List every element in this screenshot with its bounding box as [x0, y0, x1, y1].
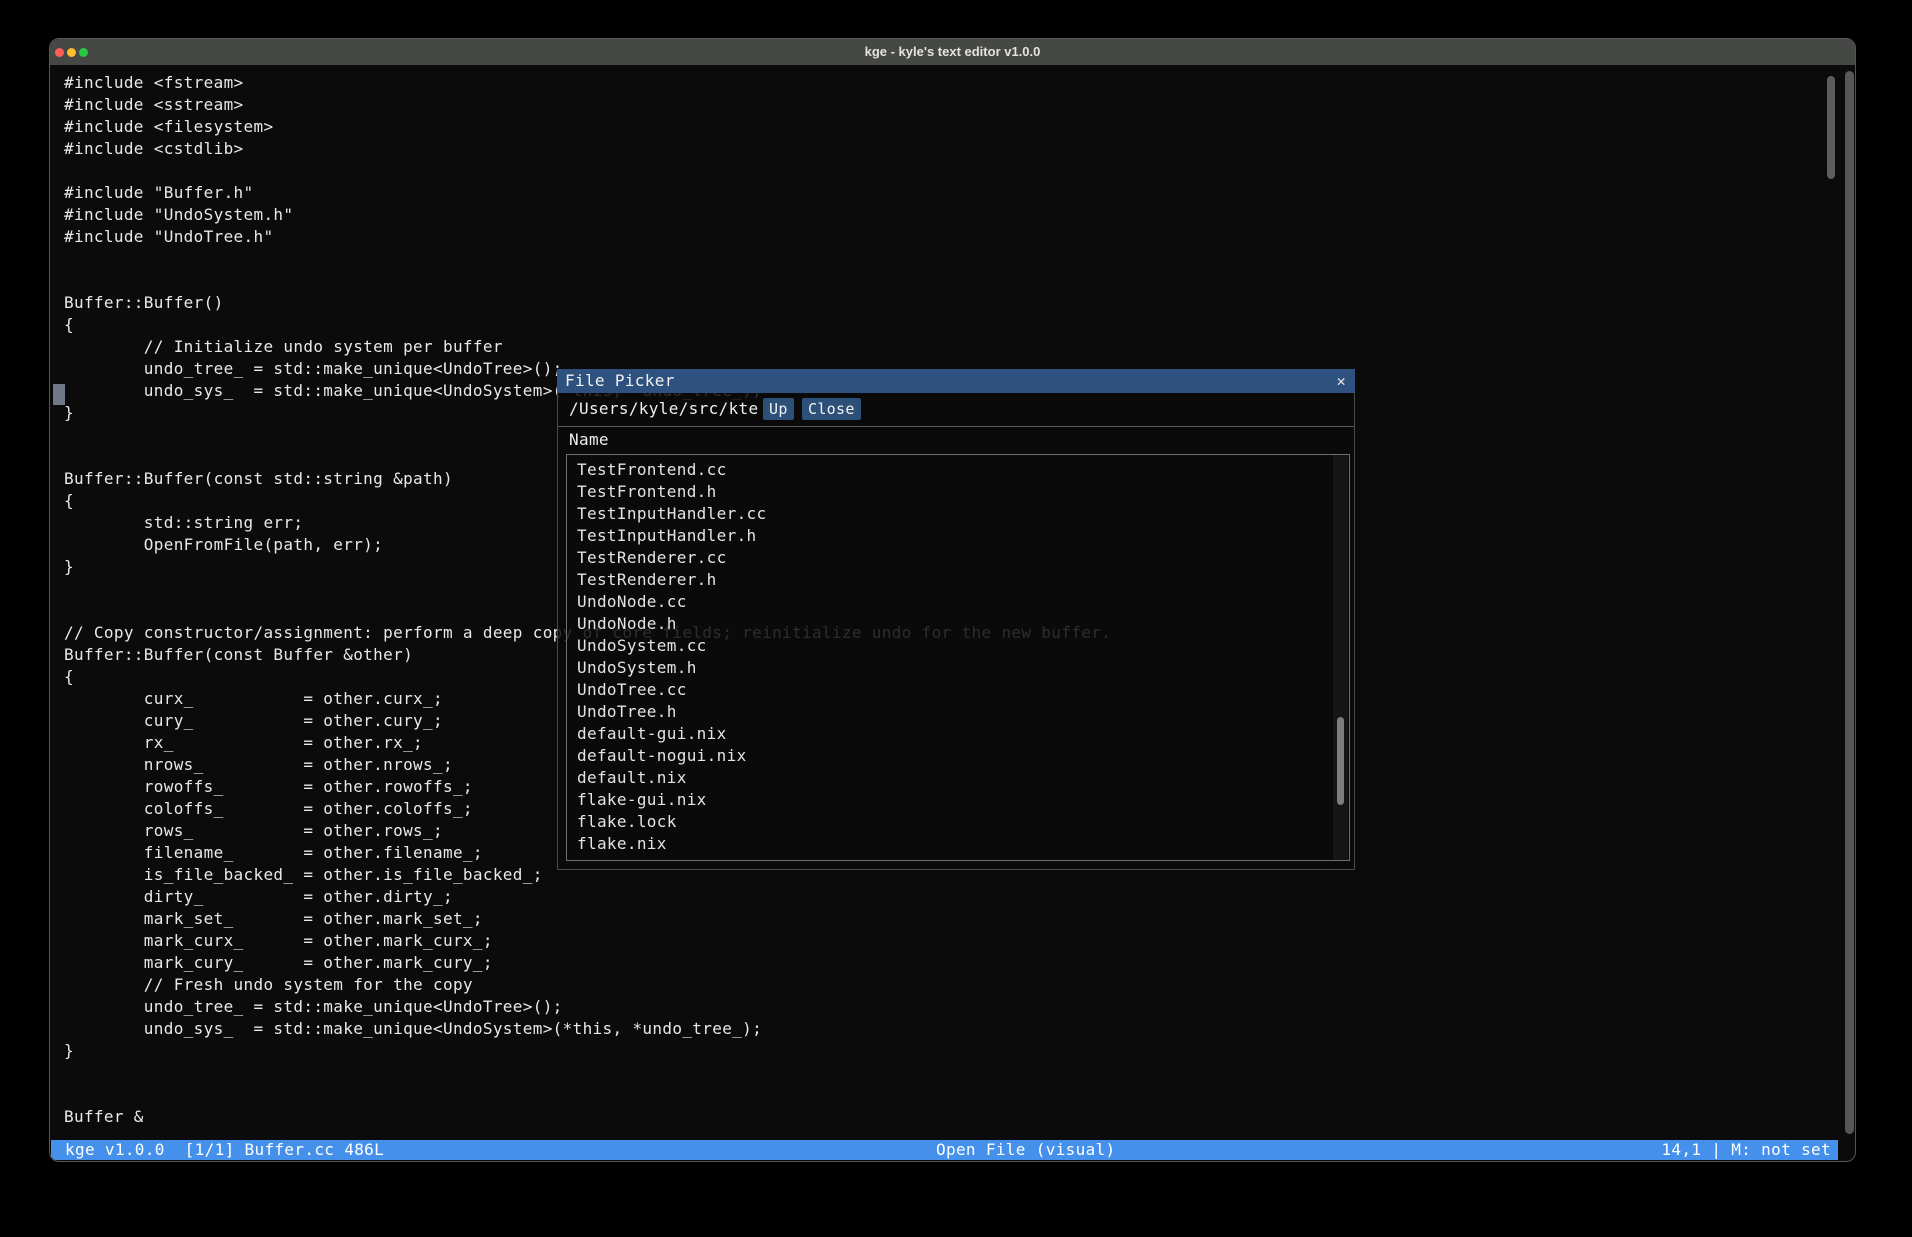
code-line [64, 248, 1111, 270]
code-line [64, 1084, 1111, 1106]
file-list-item[interactable]: UndoTree.cc [577, 679, 766, 701]
editor-scrollbar-thumb[interactable] [1827, 76, 1835, 179]
window-title: kge - kyle's text editor v1.0.0 [50, 39, 1855, 65]
close-button[interactable]: Close [802, 398, 861, 420]
code-line: #include <cstdlib> [64, 138, 1111, 160]
file-list-scrollbar-thumb[interactable] [1337, 717, 1344, 805]
file-list-item[interactable]: TestFrontend.h [577, 481, 766, 503]
code-line: Buffer::Buffer() [64, 292, 1111, 314]
status-cursor-info: 14,1 | M: not set [1661, 1140, 1831, 1160]
code-line: #include <filesystem> [64, 116, 1111, 138]
code-line [64, 1062, 1111, 1084]
file-items: TestFrontend.ccTestFrontend.hTestInputHa… [577, 459, 766, 855]
code-line: #include "Buffer.h" [64, 182, 1111, 204]
desktop-background: kge - kyle's text editor v1.0.0 #include… [0, 0, 1912, 1237]
code-line: mark_set_ = other.mark_set_; [64, 908, 1111, 930]
divider [558, 426, 1354, 427]
code-line [64, 160, 1111, 182]
status-left: kge v1.0.0 [1/1] Buffer.cc 486L [65, 1140, 384, 1160]
code-line: #include "UndoSystem.h" [64, 204, 1111, 226]
code-line: mark_curx_ = other.mark_curx_; [64, 930, 1111, 952]
file-list-item[interactable]: default-nogui.nix [577, 745, 766, 767]
editor-scrollbar-track[interactable] [1845, 71, 1854, 1134]
code-line: { [64, 314, 1111, 336]
file-list-item[interactable]: UndoNode.h [577, 613, 766, 635]
text-cursor [53, 384, 65, 405]
file-picker-dialog: File Picker ✕ /Users/kyle/src/kte Up Clo… [557, 369, 1355, 870]
code-line: Buffer & [64, 1106, 1111, 1128]
status-mode: Open File (visual) [936, 1140, 1116, 1160]
file-list-item[interactable]: TestFrontend.cc [577, 459, 766, 481]
file-list-item[interactable]: default-gui.nix [577, 723, 766, 745]
file-list-item[interactable]: TestInputHandler.h [577, 525, 766, 547]
current-path: /Users/kyle/src/kte [569, 397, 758, 421]
path-row: /Users/kyle/src/kte Up Close [558, 397, 1354, 421]
code-line: #include <fstream> [64, 72, 1111, 94]
code-line: #include "UndoTree.h" [64, 226, 1111, 248]
file-list-item[interactable]: default.nix [577, 767, 766, 789]
code-line [64, 270, 1111, 292]
up-button[interactable]: Up [763, 398, 794, 420]
file-list-item[interactable]: UndoNode.cc [577, 591, 766, 613]
code-line: // Initialize undo system per buffer [64, 336, 1111, 358]
file-list-scrollbar-track[interactable] [1333, 455, 1348, 860]
file-list-item[interactable]: flake-gui.nix [577, 789, 766, 811]
file-list-item[interactable]: UndoSystem.h [577, 657, 766, 679]
code-line: // Fresh undo system for the copy [64, 974, 1111, 996]
status-bar: kge v1.0.0 [1/1] Buffer.cc 486L Open Fil… [51, 1140, 1838, 1160]
code-line: undo_tree_ = std::make_unique<UndoTree>(… [64, 996, 1111, 1018]
file-list-item[interactable]: flake.nix [577, 833, 766, 855]
file-list-item[interactable]: UndoSystem.cc [577, 635, 766, 657]
file-list-item[interactable]: UndoTree.h [577, 701, 766, 723]
code-line: mark_cury_ = other.mark_cury_; [64, 952, 1111, 974]
window-titlebar[interactable]: kge - kyle's text editor v1.0.0 [50, 39, 1855, 65]
file-list-item[interactable]: TestRenderer.cc [577, 547, 766, 569]
code-line: } [64, 1040, 1111, 1062]
file-list-item[interactable]: TestRenderer.h [577, 569, 766, 591]
name-column-header: Name [569, 429, 609, 451]
file-list-item[interactable]: flake.lock [577, 811, 766, 833]
file-list[interactable]: TestFrontend.ccTestFrontend.hTestInputHa… [566, 454, 1350, 861]
file-list-item[interactable]: TestInputHandler.cc [577, 503, 766, 525]
file-picker-body: /Users/kyle/src/kte Up Close Name TestFr… [557, 393, 1355, 870]
code-line: #include <sstream> [64, 94, 1111, 116]
code-line: undo_sys_ = std::make_unique<UndoSystem>… [64, 1018, 1111, 1040]
file-picker-title: File Picker [557, 371, 675, 390]
file-picker-titlebar[interactable]: File Picker ✕ [557, 369, 1355, 393]
editor-window: kge - kyle's text editor v1.0.0 #include… [49, 38, 1856, 1162]
dialog-close-icon[interactable]: ✕ [1337, 369, 1346, 393]
code-line: dirty_ = other.dirty_; [64, 886, 1111, 908]
